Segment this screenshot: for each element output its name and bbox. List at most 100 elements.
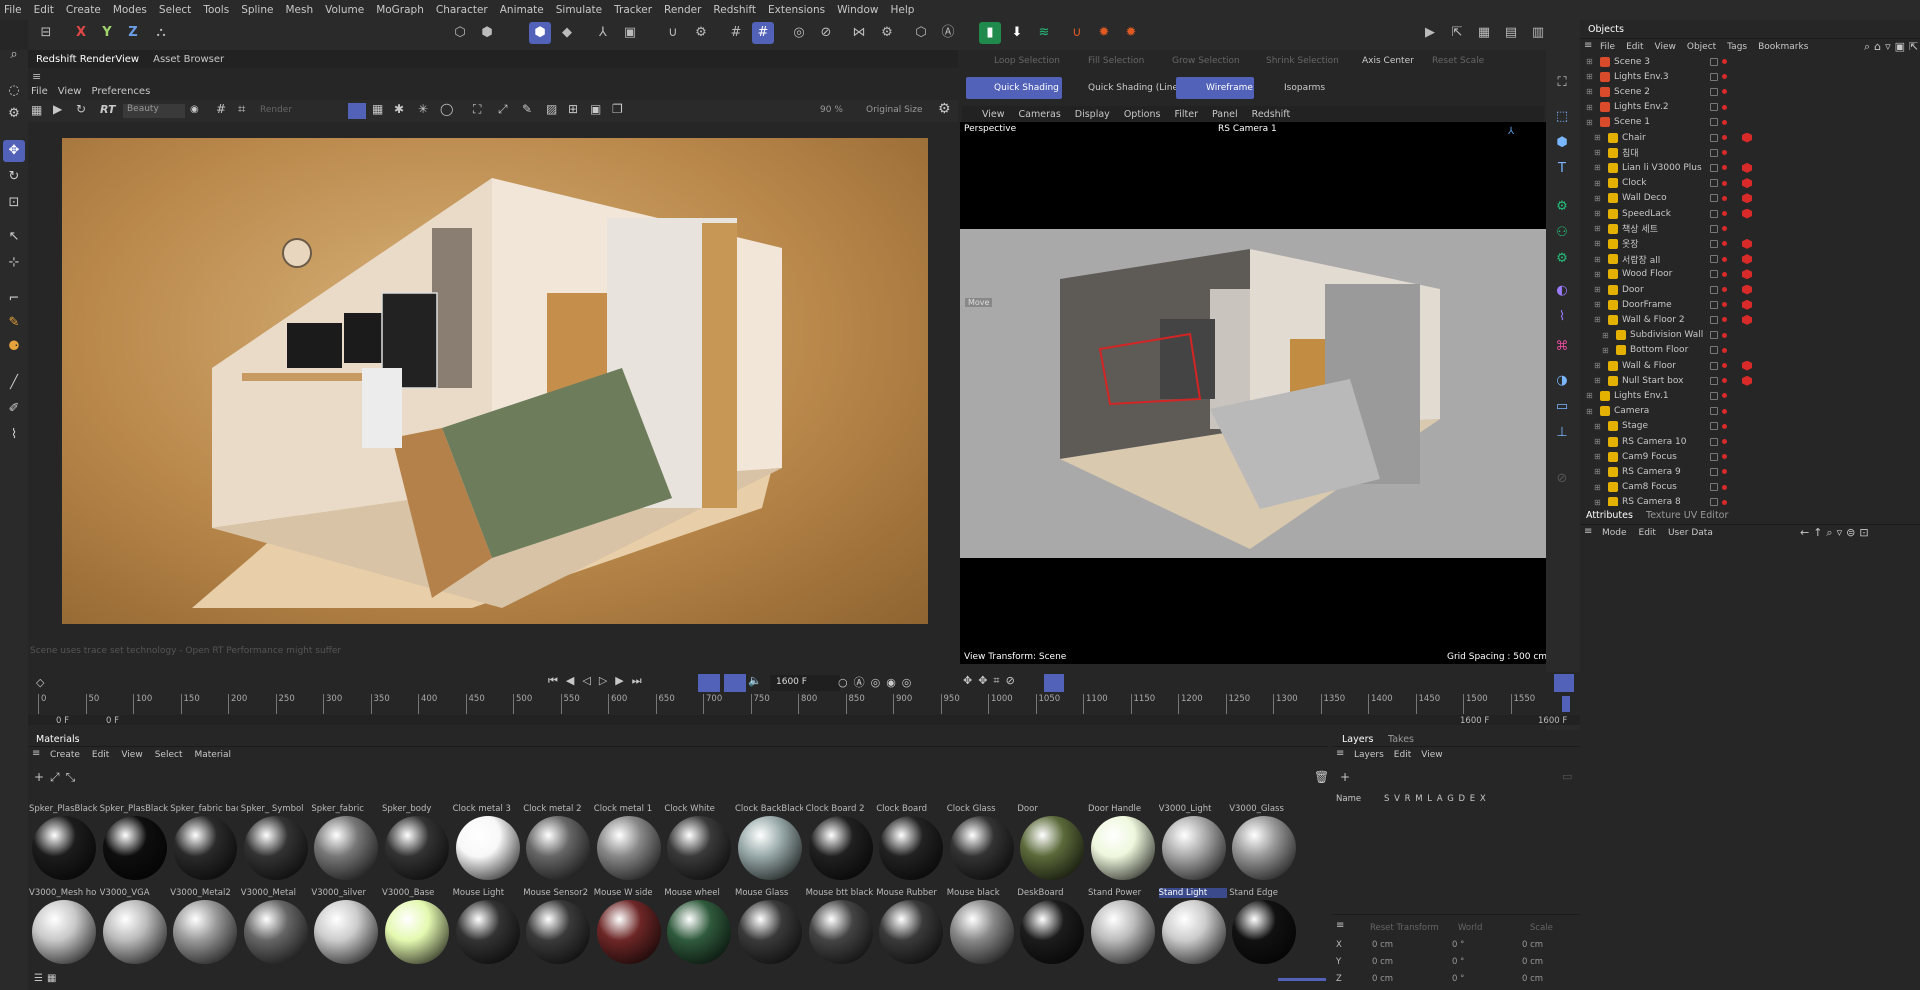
keyframe-icon[interactable]: ◇	[36, 676, 44, 689]
expand-icon[interactable]: ⊞	[1586, 391, 1596, 400]
tab-redshift-renderview[interactable]: Redshift RenderView	[36, 54, 139, 65]
menu-extensions[interactable]: Extensions	[768, 4, 825, 16]
viewport-camera-name[interactable]: RS Camera 1	[1218, 124, 1277, 134]
material-swatch[interactable]	[1020, 900, 1085, 964]
material-swatch[interactable]	[102, 816, 167, 880]
visibility-checkbox[interactable]	[1710, 224, 1718, 233]
knife-tool-icon[interactable]: ⌐	[3, 288, 25, 310]
floor-icon[interactable]: ⊥	[1551, 422, 1573, 444]
vp-menu-options[interactable]: Options	[1124, 109, 1161, 120]
object-row[interactable]: ⊞ Lian li V3000 Plus	[1580, 160, 1920, 175]
add-snapshot-icon[interactable]: ⊞	[568, 102, 578, 116]
material-swatch[interactable]	[102, 900, 167, 964]
tab-layers[interactable]: Layers	[1342, 734, 1373, 745]
expand-icon[interactable]: ⊞	[1586, 57, 1596, 66]
coords-menu-icon[interactable]: ≡	[1336, 920, 1344, 931]
live-selection-icon[interactable]: ◌	[3, 80, 25, 102]
visibility-checkbox[interactable]	[1710, 331, 1718, 340]
expand-icon[interactable]: ⊞	[1594, 437, 1604, 446]
expand-icon[interactable]: ⊞	[1594, 376, 1604, 385]
material-label[interactable]: Stand Edge	[1229, 888, 1297, 898]
visibility-checkbox[interactable]	[1710, 57, 1718, 66]
clapper-icon[interactable]: ▦	[31, 103, 42, 117]
move-tool-icon[interactable]: ✥	[3, 140, 25, 162]
material-label[interactable]: DeskBoard	[1017, 888, 1085, 898]
spline-pen-icon[interactable]: ✐	[3, 398, 25, 420]
attr-menu-edit[interactable]: Edit	[1639, 528, 1656, 538]
coord-b[interactable]: 0 °	[1452, 957, 1464, 967]
material-view-icons[interactable]: ☰▦	[34, 973, 60, 984]
menu-render[interactable]: Render	[664, 4, 701, 16]
object-row[interactable]: ⊞ Wall Deco	[1580, 191, 1920, 206]
symmetry-settings-icon[interactable]: ⚙	[876, 22, 898, 44]
render-dot-icon[interactable]	[1722, 423, 1727, 429]
attr-menu-userdata[interactable]: User Data	[1668, 528, 1713, 538]
menu-select[interactable]: Select	[159, 4, 191, 16]
symmetry-icon[interactable]: ⋈	[848, 22, 870, 44]
menu-file[interactable]: File	[4, 4, 22, 16]
material-swatch[interactable]	[32, 900, 96, 964]
mat-menu-view[interactable]: View	[121, 750, 142, 760]
mat-menu-edit[interactable]: Edit	[92, 750, 109, 760]
material-swatch[interactable]	[879, 816, 944, 880]
fit-icon[interactable]: ⛶	[473, 102, 481, 117]
material-swatch[interactable]	[1161, 816, 1226, 880]
rv-menu-file[interactable]: File	[31, 86, 48, 100]
object-row[interactable]: ⊞ Scene 2	[1580, 84, 1920, 99]
material-swatch[interactable]	[526, 900, 591, 964]
vp-menu-filter[interactable]: Filter	[1174, 109, 1198, 120]
redshift-settings-icon[interactable]: ✹	[1093, 22, 1115, 44]
material-label[interactable]: Clock Board 2	[806, 804, 874, 814]
visibility-checkbox[interactable]	[1710, 483, 1718, 492]
play-render-icon[interactable]: ▶	[53, 102, 62, 116]
cloner-icon[interactable]: ⚇	[1551, 222, 1573, 244]
expand-icon[interactable]: ⊞	[1586, 72, 1596, 81]
material-swatch[interactable]	[1020, 816, 1085, 880]
reset-transform-button[interactable]: Reset Transform	[1370, 923, 1439, 933]
object-row[interactable]: ⊞ Camera	[1580, 404, 1920, 419]
expand-icon[interactable]: ⤢	[498, 102, 508, 117]
edges-mode-icon[interactable]: ◆	[556, 22, 578, 44]
object-mode-icon[interactable]: ⬢	[476, 22, 498, 44]
redshift-tag-icon[interactable]	[1742, 314, 1752, 325]
redshift-green-icon[interactable]: ▮	[979, 22, 1001, 44]
key-controls[interactable]: ✥✥⌗⊘	[963, 674, 1021, 688]
material-swatch[interactable]	[1161, 900, 1226, 964]
material-swatch[interactable]	[1232, 900, 1297, 964]
image-icon[interactable]: ▨	[546, 102, 557, 116]
menu-redshift[interactable]: Redshift	[713, 4, 756, 16]
rv-menu-view[interactable]: View	[58, 86, 82, 100]
expand-icon[interactable]: ⊞	[1586, 103, 1596, 112]
grid-icon[interactable]: #	[725, 22, 747, 44]
expand-icon[interactable]: ⊞	[1586, 118, 1596, 127]
material-label[interactable]: Spker_PlasBlack	[100, 804, 168, 814]
menu-character[interactable]: Character	[436, 4, 488, 16]
menu-simulate[interactable]: Simulate	[556, 4, 602, 16]
snap-settings-icon[interactable]: ⚙	[690, 22, 712, 44]
objects-menu-tags[interactable]: Tags	[1727, 42, 1747, 52]
render-dot-icon[interactable]	[1722, 363, 1727, 368]
visibility-checkbox[interactable]	[1710, 376, 1718, 385]
attributes-nav-icons[interactable]: ←↑⌕▿⊜⊡	[1800, 526, 1873, 540]
object-row[interactable]: ⊞ Scene 1	[1580, 115, 1920, 130]
material-swatch[interactable]	[243, 900, 308, 964]
material-label[interactable]: Spker_fabric	[311, 804, 379, 814]
object-row[interactable]: ⊞ Lights Env.1	[1580, 388, 1920, 403]
region-render-icon[interactable]	[348, 103, 366, 119]
render-dot-icon[interactable]	[1722, 332, 1727, 338]
material-swatch[interactable]	[32, 816, 96, 880]
menu-mograph[interactable]: MoGraph	[376, 4, 424, 16]
expand-icon[interactable]: ⊞	[1594, 209, 1604, 218]
save-render-icon[interactable]: ▤	[1500, 22, 1522, 44]
tab-texture-uv-editor[interactable]: Texture UV Editor	[1646, 510, 1728, 521]
reset-scale-button[interactable]: Reset Scale	[1432, 56, 1484, 66]
visibility-checkbox[interactable]	[1710, 270, 1718, 279]
bend-icon[interactable]: ⌇	[1551, 306, 1573, 328]
material-label[interactable]: Mouse black	[947, 888, 1015, 898]
material-label[interactable]: Spker_ Symbol	[241, 804, 309, 814]
menu-create[interactable]: Create	[66, 4, 101, 16]
visibility-checkbox[interactable]	[1710, 148, 1718, 157]
render-dot-icon[interactable]	[1722, 59, 1727, 64]
tiles-icon[interactable]: ▦	[372, 102, 383, 116]
material-label[interactable]: Mouse wheel	[664, 888, 732, 898]
